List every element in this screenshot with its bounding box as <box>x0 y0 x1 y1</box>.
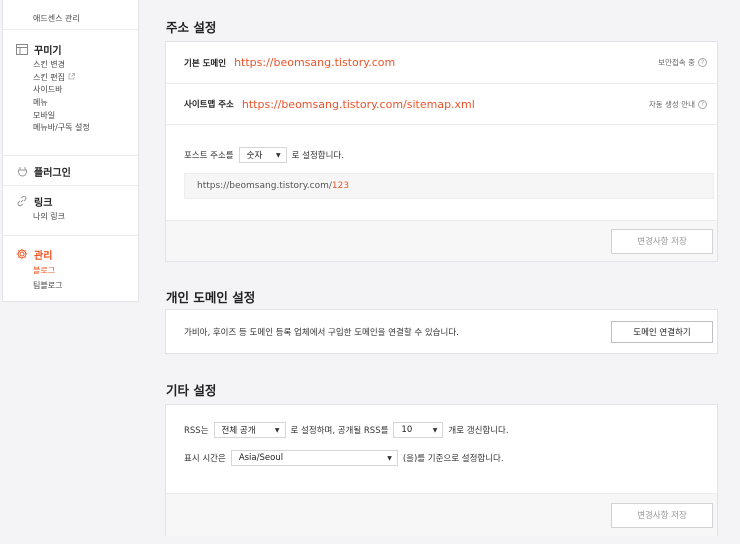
timezone-select[interactable]: Asia/Seoul ▼ <box>230 450 398 466</box>
address-section-title: 주소 설정 <box>166 20 217 35</box>
chevron-down-icon: ▼ <box>432 426 438 434</box>
rss-visibility-value: 전체 공개 <box>221 426 256 436</box>
domain-settings-card: 가비아, 후이즈 등 도메인 등록 업체에서 구입한 도메인을 연결할 수 있습… <box>165 309 718 354</box>
sitemap-row: 사이트맵 주소 https://beomsang.tistory.com/sit… <box>166 84 717 125</box>
sidebar-item-blog[interactable]: 블로그 <box>3 265 138 278</box>
secure-status: 보안접속 중 ? <box>658 57 707 68</box>
chevron-down-icon: ▼ <box>276 151 281 159</box>
sidebar-item-label: 스킨 편집 <box>33 72 65 82</box>
rss-middle: 로 설정하며, 공개될 RSS를 <box>290 426 389 436</box>
sidebar-group-adsense: 애드센스 관리 <box>3 0 138 30</box>
sidebar-item-skin-edit[interactable]: 스킨 편집 <box>3 72 138 85</box>
sidebar-item-menu[interactable]: 메뉴 <box>3 97 138 110</box>
etc-footer: 변경사항 저장 <box>166 494 717 536</box>
plugin-icon <box>15 164 29 178</box>
rss-count-select[interactable]: 10 ▼ <box>393 422 444 438</box>
post-url-preview: https://beomsang.tistory.com/123 <box>184 173 714 199</box>
sidebar-heading-label: 관리 <box>34 250 53 262</box>
etc-settings-card: RSS는 전체 공개 ▼ 로 설정하며, 공개될 RSS를 10 ▼ 개로 갱신… <box>165 404 718 536</box>
sitemap-label: 사이트맵 주소 <box>184 100 234 110</box>
help-icon[interactable]: ? <box>698 58 707 67</box>
post-address-suffix: 로 설정합니다. <box>291 151 344 161</box>
sidebar-heading-link[interactable]: 링크 <box>3 191 138 211</box>
chevron-down-icon: ▼ <box>387 454 392 462</box>
sidebar-item-teamblog[interactable]: 팀블로그 <box>3 280 138 293</box>
base-domain-url[interactable]: https://beomsang.tistory.com <box>234 56 395 69</box>
base-domain-label: 기본 도메인 <box>184 58 227 69</box>
rss-prefix: RSS는 <box>184 426 209 436</box>
sidebar-group-link: 링크 나의 링크 <box>3 186 138 236</box>
link-icon <box>15 194 29 208</box>
sitemap-url[interactable]: https://beomsang.tistory.com/sitemap.xml <box>242 98 475 111</box>
post-address-value: 숫자 <box>246 151 263 161</box>
sidebar-heading-manage[interactable]: 관리 <box>3 244 138 264</box>
sidebar-item-my-links[interactable]: 나의 링크 <box>3 211 138 224</box>
sidebar-heading-label: 링크 <box>34 197 53 209</box>
auto-label: 자동 생성 안내 <box>648 99 695 109</box>
secure-label: 보안접속 중 <box>658 58 695 67</box>
rss-suffix: 개로 갱신합니다. <box>448 426 509 436</box>
preview-base-url: https://beomsang.tistory.com/ <box>197 181 332 191</box>
sidebar-heading-customize[interactable]: 꾸미기 <box>3 39 138 59</box>
post-address-line: 포스트 주소를 숫자 ▼ 로 설정합니다. <box>166 146 717 164</box>
sidebar-heading-label: 꾸미기 <box>34 45 62 57</box>
sidebar-group-plugin: 플러그인 <box>3 156 138 186</box>
timezone-line: 표시 시간은 Asia/Seoul ▼ (을)를 기준으로 설정합니다. <box>184 449 717 467</box>
save-button[interactable]: 변경사항 저장 <box>611 502 713 528</box>
etc-section-title: 기타 설정 <box>166 383 217 398</box>
external-link-icon <box>68 72 75 85</box>
post-address-prefix: 포스트 주소를 <box>184 151 234 161</box>
preview-post-number: 123 <box>331 181 350 191</box>
base-domain-row: 기본 도메인 https://beomsang.tistory.com 보안접속… <box>166 42 717 84</box>
help-icon[interactable]: ? <box>698 99 707 109</box>
rss-count-value: 10 <box>401 425 413 435</box>
timezone-value: Asia/Seoul <box>238 453 284 463</box>
domain-description: 가비아, 후이즈 등 도메인 등록 업체에서 구입한 도메인을 연결할 수 있습… <box>184 327 459 338</box>
post-address-block: 포스트 주소를 숫자 ▼ 로 설정합니다. https://beomsang.t… <box>166 125 717 221</box>
sidebar-group-manage: 관리 블로그 팀블로그 <box>3 236 138 292</box>
address-footer: 변경사항 저장 <box>166 221 717 261</box>
connect-domain-button[interactable]: 도메인 연결하기 <box>611 320 713 343</box>
post-address-select[interactable]: 숫자 ▼ <box>238 147 287 163</box>
chevron-down-icon: ▼ <box>274 426 280 434</box>
save-button[interactable]: 변경사항 저장 <box>611 228 713 254</box>
sidebar-group-customize: 꾸미기 스킨 변경 스킨 편집 사이드바 메뉴 모바일 메뉴바/구독 설정 <box>3 30 138 156</box>
address-settings-card: 기본 도메인 https://beomsang.tistory.com 보안접속… <box>165 41 718 262</box>
sidebar-item-mobile[interactable]: 모바일 <box>3 110 138 123</box>
sidebar-item-menubar[interactable]: 메뉴바/구독 설정 <box>3 122 138 135</box>
rss-line: RSS는 전체 공개 ▼ 로 설정하며, 공개될 RSS를 10 ▼ 개로 갱신… <box>184 421 717 439</box>
sidebar-item-adsense[interactable]: 애드센스 관리 <box>33 14 80 23</box>
timezone-suffix: (을)를 기준으로 설정합니다. <box>402 454 504 464</box>
sidebar-item-sidebar[interactable]: 사이드바 <box>3 84 138 97</box>
gear-icon <box>15 247 29 261</box>
rss-visibility-select[interactable]: 전체 공개 ▼ <box>213 422 286 438</box>
sidebar: 애드센스 관리 꾸미기 스킨 변경 스킨 편집 사이드바 메뉴 모바일 메뉴바/… <box>2 0 139 302</box>
etc-options: RSS는 전체 공개 ▼ 로 설정하며, 공개될 RSS를 10 ▼ 개로 갱신… <box>166 405 717 494</box>
sidebar-item-skin-change[interactable]: 스킨 변경 <box>3 59 138 72</box>
auto-generate-info: 자동 생성 안내 ? <box>649 99 707 110</box>
domain-section-title: 개인 도메인 설정 <box>166 290 256 305</box>
timezone-prefix: 표시 시간은 <box>184 454 226 464</box>
sidebar-heading-plugin[interactable]: 플러그인 <box>3 161 138 181</box>
layout-icon <box>15 42 29 56</box>
sidebar-heading-label: 플러그인 <box>34 167 71 179</box>
